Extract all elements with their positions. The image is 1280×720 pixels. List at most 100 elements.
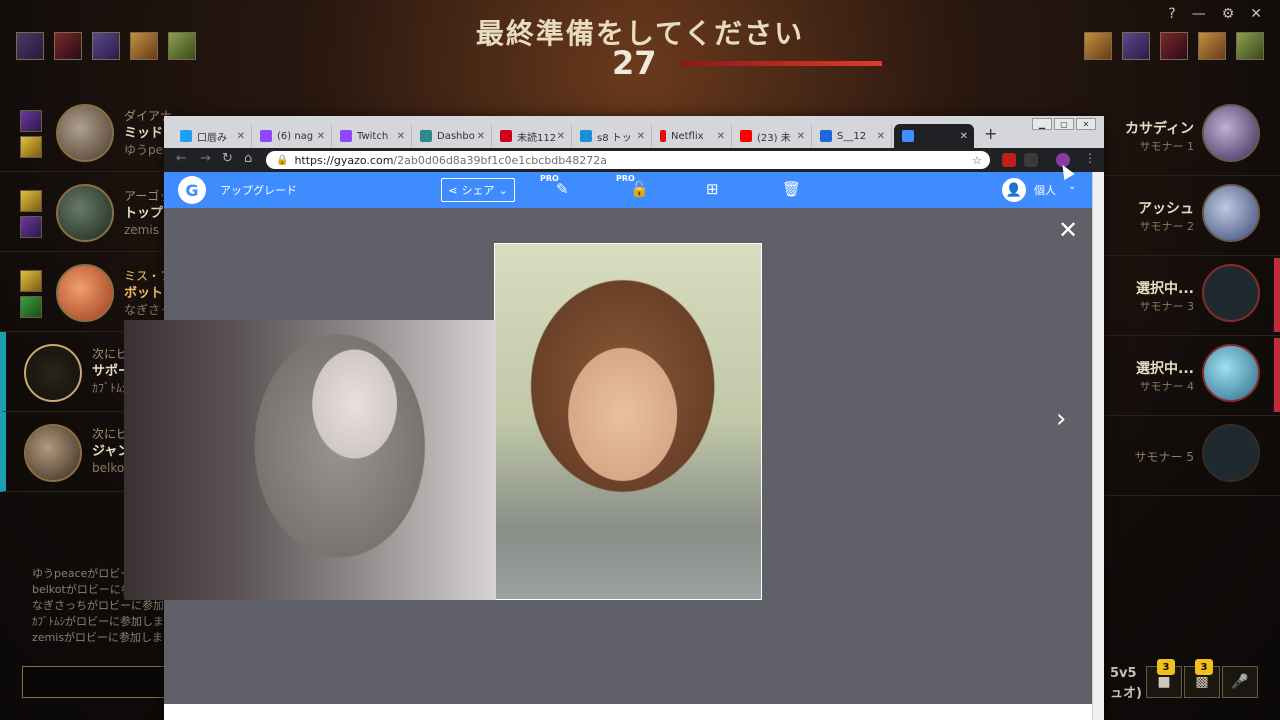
account-label[interactable]: 個人 [1034, 182, 1056, 198]
spell-icon [20, 216, 42, 238]
enemy-slot-3: 選択中... サモナー 3 [1100, 256, 1280, 336]
spell-icon [20, 110, 42, 132]
share-icon: ⋖ [448, 183, 458, 197]
back-icon[interactable]: ← [176, 151, 187, 166]
tab-title: Dashbo [437, 130, 475, 142]
close-icon[interactable]: ✕ [1250, 6, 1262, 22]
browser-tab[interactable]: Netflix ✕ [652, 124, 732, 148]
tab-favicon [820, 130, 832, 142]
pick-timer: 27 [612, 44, 657, 82]
close-icon[interactable]: ✕ [960, 131, 968, 142]
chat-input[interactable] [22, 666, 172, 698]
address-bar[interactable]: 🔒 https://gyazo.com/2ab0d06d8a39bf1c0e1c… [266, 151, 990, 169]
chat-badge: 3 [1157, 659, 1175, 675]
friends-button[interactable]: ▩ 3 [1184, 659, 1220, 698]
player-slot-2[interactable]: アーゴット トップ zemis [0, 172, 183, 252]
tab-favicon [260, 130, 272, 142]
mic-button[interactable]: 🎤 [1222, 666, 1258, 698]
browser-tab[interactable]: 口唇み ✕ [172, 124, 252, 148]
url-path: /2ab0d06d8a39bf1c0e1cbcbdb48272a [393, 153, 607, 167]
close-icon[interactable]: ✕ [877, 131, 885, 142]
lock-icon[interactable]: 🔓 [630, 180, 649, 198]
gyazo-logo[interactable]: G [178, 176, 206, 204]
browser-tab[interactable]: (6) nag ✕ [252, 124, 332, 148]
add-collection-icon[interactable]: ⊞ [706, 180, 719, 198]
summoner-label: サモナー 2 [1139, 220, 1195, 233]
summoner-spells [20, 110, 42, 158]
chat-line: ｶﾌﾞﾄﾑｼがロビーに参加しました [32, 615, 172, 628]
ban-slot [1122, 32, 1150, 60]
browser-toolbar: ← → ↻ ⌂ 🔒 https://gyazo.com/2ab0d06d8a39… [164, 148, 1104, 172]
close-icon[interactable]: ✕ [1076, 118, 1096, 130]
enemy-slot-4: 選択中... サモナー 4 [1100, 336, 1280, 416]
champion-avatar [24, 424, 82, 482]
minimize-icon[interactable]: ▁ [1032, 118, 1052, 130]
browser-tab[interactable]: s8 トッ ✕ [572, 124, 652, 148]
close-icon[interactable]: ✕ [1058, 216, 1078, 244]
forward-icon[interactable]: → [200, 151, 211, 166]
next-arrow-icon[interactable]: › [1056, 404, 1066, 434]
tab-title: s8 トッ [597, 132, 632, 144]
new-tab-button[interactable]: + [984, 124, 997, 143]
close-icon[interactable]: ✕ [397, 131, 405, 142]
menu-kebab-icon[interactable]: ⋮ [1084, 151, 1096, 165]
user-icon[interactable]: 👤 [1002, 178, 1026, 202]
champion-avatar [56, 264, 114, 322]
close-icon[interactable]: ✕ [557, 131, 565, 142]
timer-bar [680, 61, 904, 66]
browser-tab-active[interactable]: ✕ [894, 124, 974, 148]
maximize-icon[interactable]: ▢ [1054, 118, 1074, 130]
upgrade-link[interactable]: アップグレード [220, 182, 297, 198]
enemy-slot-5: サモナー 5 [1100, 416, 1280, 496]
friends-icon: ▩ [1195, 674, 1209, 690]
gear-icon[interactable]: ⚙ [1222, 6, 1235, 22]
tab-title: 未読112 [517, 132, 557, 144]
close-icon[interactable]: ✕ [637, 131, 645, 142]
browser-tab[interactable]: (23) 未 ✕ [732, 124, 812, 148]
tab-favicon [660, 130, 666, 142]
player-slot-1[interactable]: ダイアナ ミッド ゆうpeace [0, 92, 184, 172]
close-icon[interactable]: ✕ [237, 131, 245, 142]
tab-title: (6) nag [277, 130, 314, 142]
bookmark-star-icon[interactable]: ☆ [972, 154, 982, 167]
share-button[interactable]: ⋖ シェア ⌄ [441, 178, 515, 202]
trash-icon[interactable]: 🗑 [782, 180, 801, 198]
home-icon[interactable]: ⌂ [244, 151, 252, 166]
chat-button[interactable]: ■ 3 [1146, 659, 1182, 698]
browser-tab[interactable]: 未読112 ✕ [492, 124, 572, 148]
champion-avatar [1202, 338, 1280, 412]
ban-slot [1198, 32, 1226, 60]
extension-cursor-icon[interactable] [1024, 153, 1038, 167]
queue-mode-sub: ュオ) [1110, 686, 1142, 701]
extension-icon[interactable] [1002, 153, 1016, 167]
browser-tab[interactable]: Twitch ✕ [332, 124, 412, 148]
tab-title: Netflix [671, 130, 704, 142]
edit-pencil-icon[interactable]: ✎ [556, 180, 569, 198]
close-icon[interactable]: ✕ [477, 131, 485, 142]
help-icon[interactable]: ? [1168, 6, 1175, 22]
close-icon[interactable]: ✕ [797, 131, 805, 142]
timer-bar-fill [680, 61, 882, 66]
close-icon[interactable]: ✕ [317, 131, 325, 142]
browser-tab[interactable]: Dashbo ✕ [412, 124, 492, 148]
summoner-label: サモナー 1 [1139, 140, 1195, 153]
reload-icon[interactable]: ↻ [222, 151, 233, 166]
minimize-icon[interactable]: — [1192, 6, 1206, 22]
share-label: シェア [461, 184, 495, 197]
browser-tab[interactable]: S__12 ✕ [812, 124, 892, 148]
scrollbar[interactable] [1092, 172, 1104, 720]
gyazo-header: G アップグレード ⋖ シェア ⌄ PRO ✎ PRO 🔓 ⊞ 🗑 👤 個人 ⌄ [164, 172, 1092, 208]
close-icon[interactable]: ✕ [717, 131, 725, 142]
tab-favicon [740, 130, 752, 142]
spell-icon [20, 136, 42, 158]
chevron-down-icon[interactable]: ⌄ [1068, 181, 1076, 192]
tab-title: S__12 [837, 130, 867, 142]
tab-title: 口唇み [197, 132, 227, 144]
screenshot-image[interactable] [494, 243, 762, 600]
queue-mode: 5v5 [1110, 666, 1137, 681]
role-support-icon [24, 344, 82, 402]
champion-avatar [1202, 424, 1260, 482]
tab-title: (23) 未 [757, 132, 791, 144]
ban-slot [1084, 32, 1112, 60]
pick-status: 選択中... [1136, 281, 1194, 297]
